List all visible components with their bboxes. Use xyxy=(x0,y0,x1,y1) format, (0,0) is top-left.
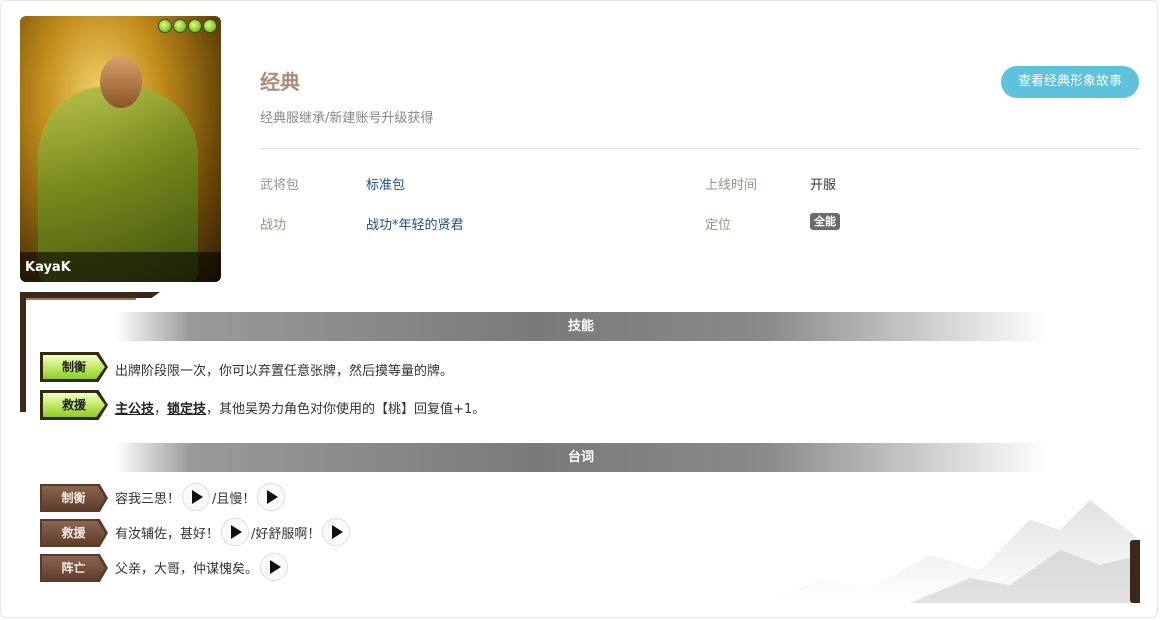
voice-text: 容我三思！ xyxy=(115,491,181,507)
release-value: 开服 xyxy=(810,178,837,193)
magatama-icon xyxy=(158,19,172,33)
skin-obtain-note: 经典服继承/新建账号升级获得 xyxy=(260,111,434,126)
merit-label: 战功 xyxy=(260,218,287,233)
play-audio-button[interactable] xyxy=(322,518,351,546)
skill-tag-label: 制衡 xyxy=(43,355,105,379)
magatama-icon xyxy=(173,19,187,33)
lines-header: 台词 xyxy=(116,443,1046,472)
keyword-locked-skill[interactable]: 锁定技 xyxy=(167,402,206,417)
skill-desc-jiuyuan: 主公技，锁定技，其他吴势力角色对你使用的【桃】回复值+1。 xyxy=(115,398,485,417)
voice-tag-zhiheng: 制衡 xyxy=(40,484,108,512)
voice-text: /好舒服啊！ xyxy=(251,526,321,542)
view-story-button[interactable]: 查看经典形象故事 xyxy=(1001,66,1139,98)
play-audio-button[interactable] xyxy=(221,518,250,546)
voice-line-jiuyuan: 有汝辅佐，甚好！ /好舒服啊！ xyxy=(115,517,352,547)
magatama-icon xyxy=(203,19,217,33)
artist-name: KayaK xyxy=(25,260,71,275)
skill-desc-text: ，其他吴势力角色对你使用的【桃】回复值+1。 xyxy=(206,402,486,417)
skills-header: 技能 xyxy=(116,312,1046,341)
skill-desc-zhiheng: 出牌阶段限一次，你可以弃置任意张牌，然后摸等量的牌。 xyxy=(115,364,454,379)
scroll-frame-edge xyxy=(1130,540,1140,603)
skin-title: 经典 xyxy=(260,70,300,94)
play-audio-button[interactable] xyxy=(260,553,289,581)
health-magatama-row xyxy=(158,19,217,33)
merit-link[interactable]: 战功*年轻的贤君 xyxy=(366,214,464,233)
play-icon xyxy=(332,525,344,539)
skills-frame-bevel xyxy=(26,298,136,300)
header-divider xyxy=(260,148,1140,149)
keyword-separator: ， xyxy=(154,402,168,417)
package-label: 武将包 xyxy=(260,178,300,193)
hero-portrait: KayaK xyxy=(20,16,221,282)
voice-tag-label: 阵亡 xyxy=(42,556,105,580)
voice-tag-label: 救援 xyxy=(42,521,105,545)
skill-tag-label: 救援 xyxy=(43,393,105,417)
voice-tag-jiuyuan: 救援 xyxy=(40,519,108,547)
package-link[interactable]: 标准包 xyxy=(366,174,405,193)
play-icon xyxy=(192,490,204,504)
play-audio-button[interactable] xyxy=(257,483,286,511)
release-label: 上线时间 xyxy=(705,178,758,193)
role-badge: 全能 xyxy=(810,213,840,230)
voice-text: 父亲，大哥，仲谋愧矣。 xyxy=(115,561,259,577)
play-icon xyxy=(231,525,243,539)
voice-tag-label: 制衡 xyxy=(42,486,105,510)
skill-tag-jiuyuan: 救援 xyxy=(40,390,108,420)
voice-text: /且慢！ xyxy=(212,491,256,507)
ink-mountain-decoration xyxy=(760,460,1140,603)
voice-tag-death: 阵亡 xyxy=(40,554,108,582)
voice-line-death: 父亲，大哥，仲谋愧矣。 xyxy=(115,552,290,582)
keyword-lord-skill[interactable]: 主公技 xyxy=(115,402,154,417)
role-label: 定位 xyxy=(705,218,732,233)
play-audio-button[interactable] xyxy=(182,483,211,511)
voice-text: 有汝辅佐，甚好！ xyxy=(115,526,220,542)
magatama-icon xyxy=(188,19,202,33)
skills-frame-edge xyxy=(20,292,26,412)
portrait-figure-head xyxy=(100,56,142,108)
voice-line-zhiheng: 容我三思！ /且慢！ xyxy=(115,482,287,512)
play-icon xyxy=(270,560,282,574)
play-icon xyxy=(267,490,279,504)
skill-tag-zhiheng: 制衡 xyxy=(40,352,108,382)
